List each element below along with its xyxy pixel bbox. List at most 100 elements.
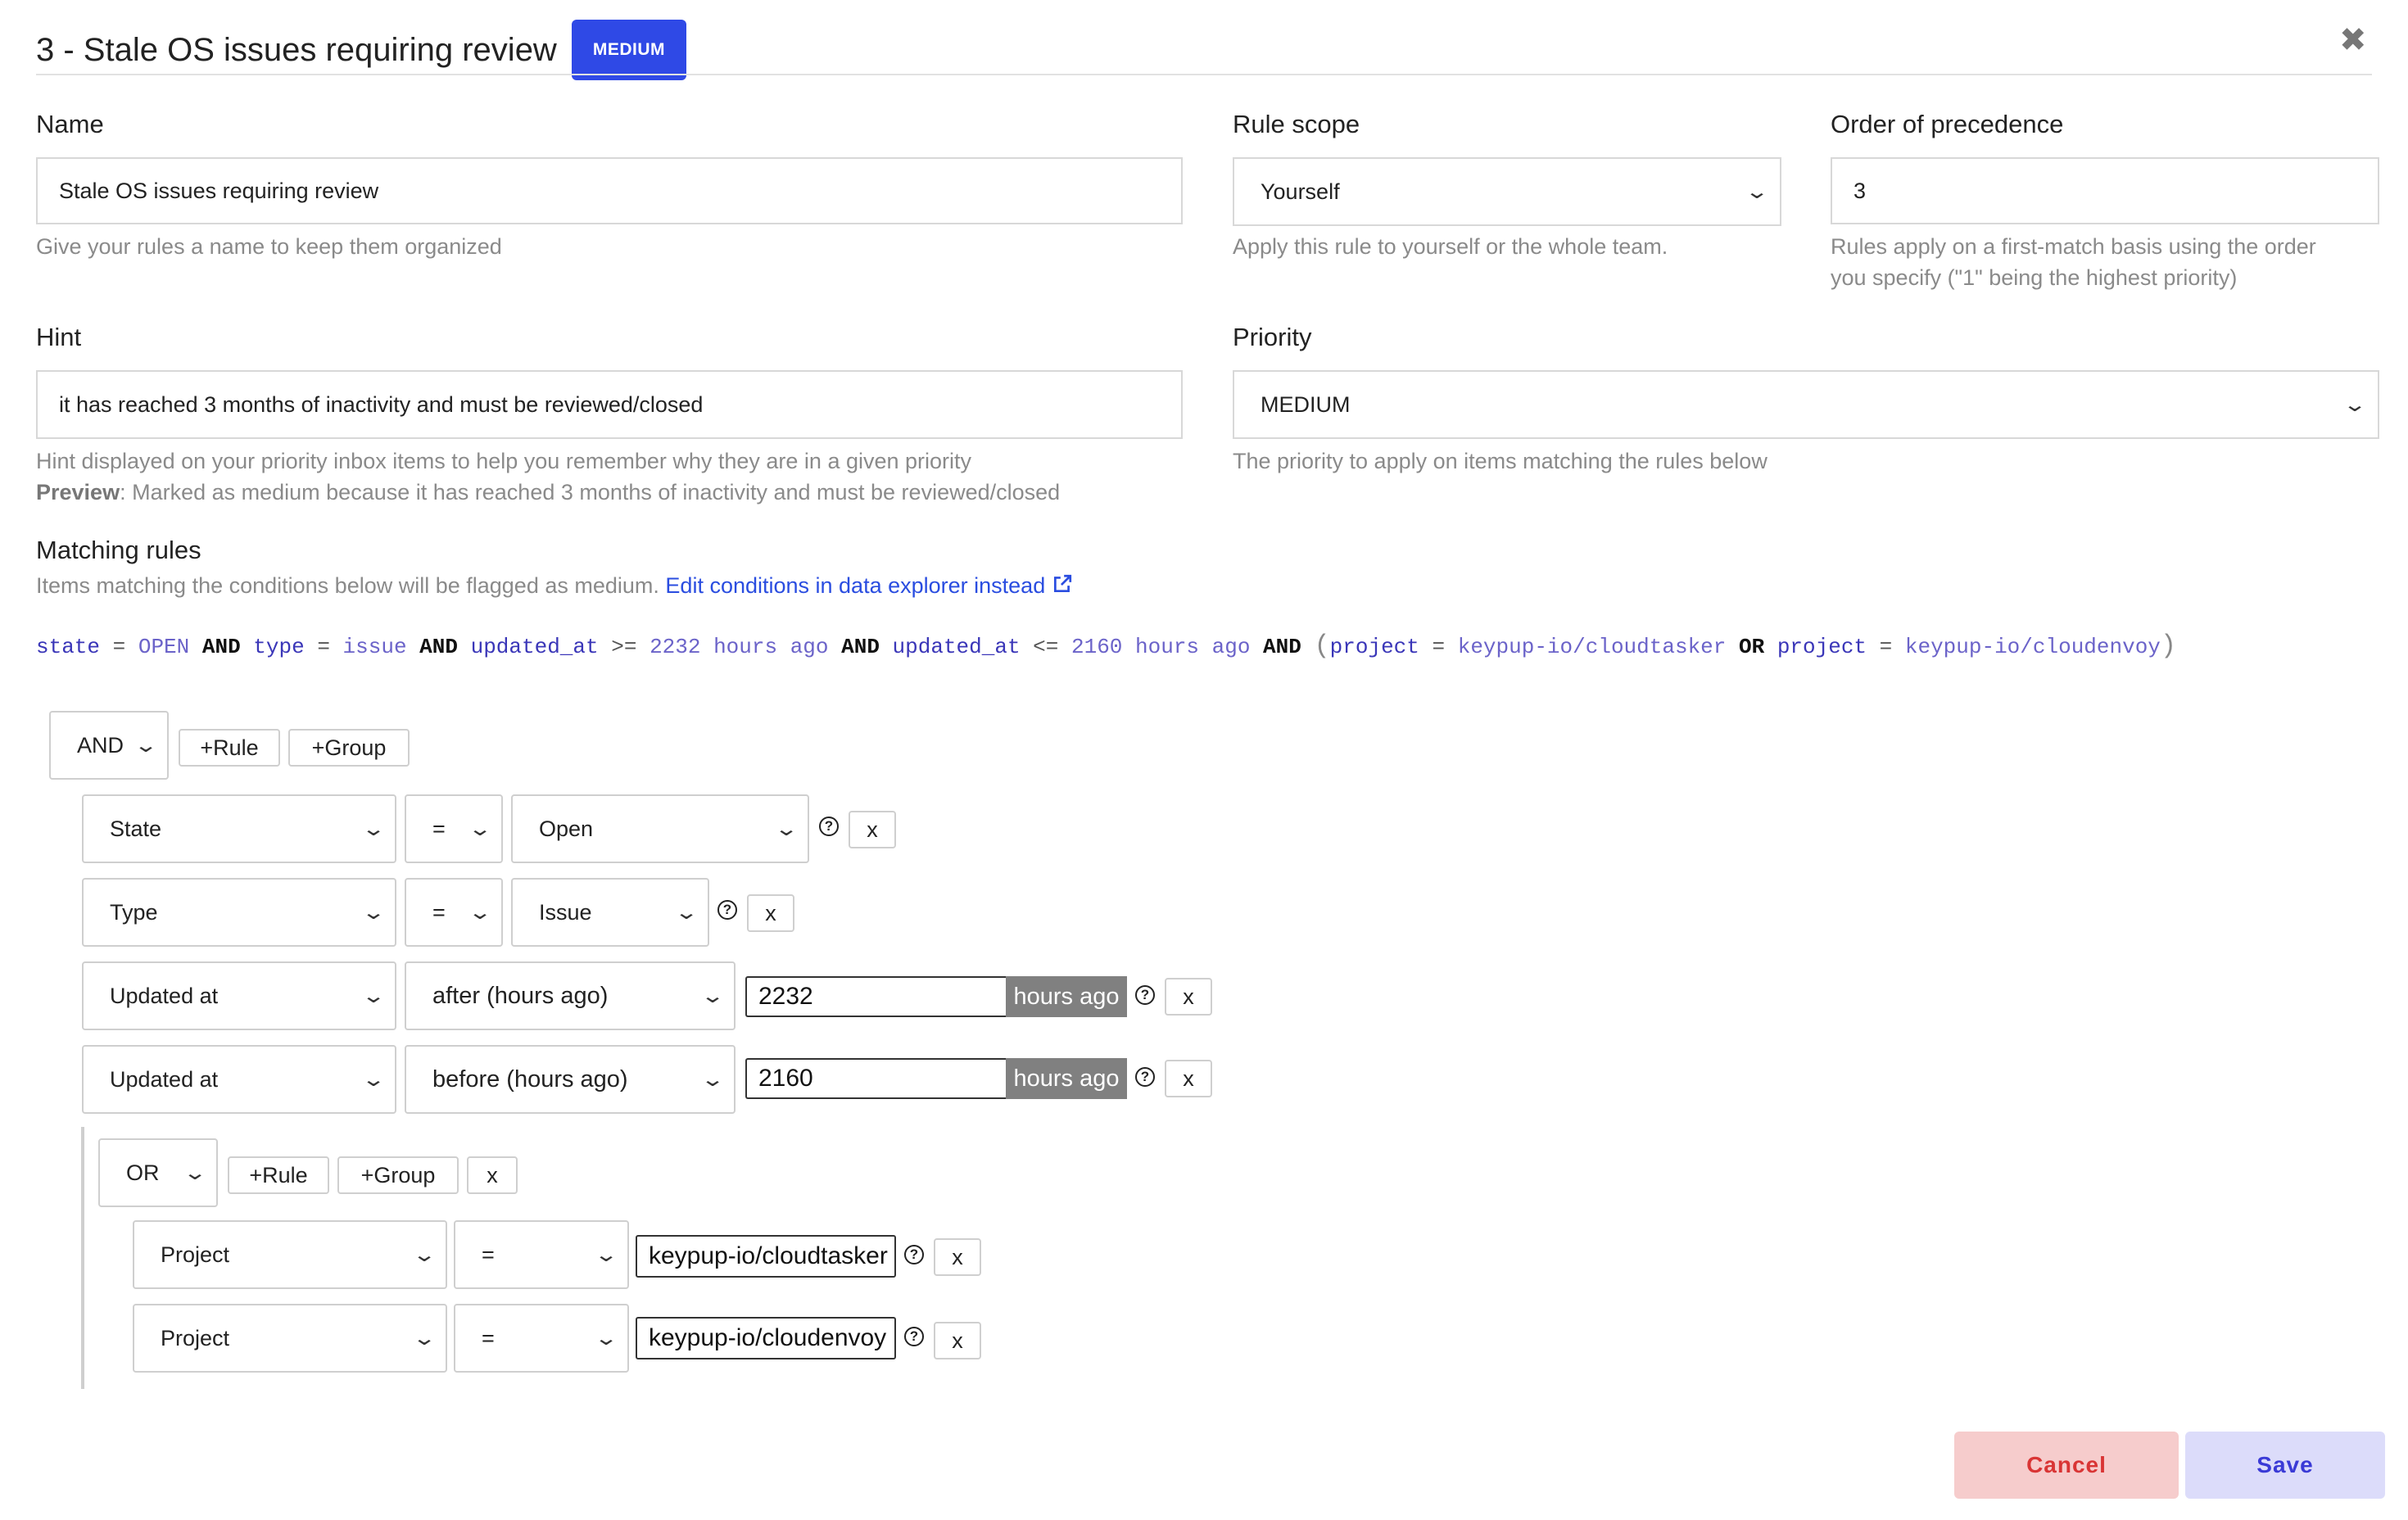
question-circle-icon[interactable]: ? (1135, 985, 1155, 1005)
q-field: state (36, 635, 101, 659)
chevron-down-icon: ⌄ (360, 901, 387, 924)
chevron-down-icon: ⌄ (699, 1068, 726, 1091)
remove-rule-button[interactable]: x (934, 1238, 981, 1276)
rule-value-select[interactable]: Open ⌄ (511, 794, 809, 863)
root-combinator-select[interactable]: AND ⌄ (49, 711, 169, 780)
priority-badge: MEDIUM (571, 20, 686, 80)
save-button[interactable]: Save (2185, 1432, 2385, 1499)
cancel-button[interactable]: Cancel (1954, 1432, 2179, 1499)
hours-ago-addon: hours ago (1006, 1058, 1127, 1099)
q-kw: AND (419, 635, 458, 659)
rule-field-value: Project (161, 1242, 230, 1267)
question-circle-icon[interactable]: ? (904, 1327, 924, 1346)
question-circle-icon[interactable]: ? (717, 900, 737, 920)
rule-field-value: Updated at (110, 1066, 219, 1092)
project-value-input[interactable]: keypup-io/cloudenvoy (636, 1317, 896, 1359)
preview-label: Preview (36, 480, 120, 504)
rule-field-select[interactable]: Project ⌄ (133, 1220, 447, 1289)
chevron-down-icon: ⌄ (673, 901, 699, 924)
preview-text: : Marked as medium because it has reache… (120, 480, 1061, 504)
question-circle-icon[interactable]: ? (819, 817, 839, 836)
name-input[interactable]: Stale OS issues requiring review (36, 157, 1183, 224)
rule-field-select[interactable]: Updated at ⌄ (82, 1045, 396, 1114)
combinator-value: AND (77, 732, 124, 758)
hint-preview: Preview: Marked as medium because it has… (36, 477, 1060, 508)
group-combinator-select[interactable]: OR ⌄ (98, 1138, 218, 1207)
rule-operator-value: = (432, 899, 446, 925)
q-paren: ( (1314, 631, 1330, 661)
rule-operator-select[interactable]: after (hours ago) ⌄ (405, 961, 736, 1030)
q-val: 2160 hours ago (1071, 635, 1251, 659)
data-explorer-link-text[interactable]: Edit conditions in data explorer instead (665, 573, 1045, 598)
q-val: keypup-io/cloudtasker (1457, 635, 1727, 659)
chevron-down-icon: ⌄ (593, 1327, 619, 1350)
query-preview: state = OPEN AND type = issue AND update… (36, 631, 2176, 661)
add-group-button[interactable]: +Group (337, 1156, 459, 1194)
chevron-down-icon: ⌄ (411, 1327, 437, 1350)
chevron-down-icon: ⌄ (411, 1243, 437, 1266)
rule-title: 3 - Stale OS issues requiring review (36, 32, 557, 68)
rule-field-select[interactable]: State ⌄ (82, 794, 396, 863)
matching-description-text: Items matching the conditions below will… (36, 573, 659, 598)
rule-field-select[interactable]: Updated at ⌄ (82, 961, 396, 1030)
add-rule-button[interactable]: +Rule (179, 729, 280, 767)
q-field: updated_at (892, 635, 1021, 659)
hint-input[interactable]: it has reached 3 months of inactivity an… (36, 370, 1183, 439)
hours-input[interactable]: 2160 (745, 1058, 1007, 1099)
question-circle-icon[interactable]: ? (1135, 1067, 1155, 1087)
header-divider (36, 74, 2372, 75)
rule-operator-select[interactable]: = ⌄ (454, 1220, 629, 1289)
hours-input[interactable]: 2232 (745, 976, 1007, 1017)
remove-rule-button[interactable]: x (747, 894, 794, 932)
rule-scope-value: Yourself (1261, 179, 1340, 204)
add-rule-button[interactable]: +Rule (228, 1156, 329, 1194)
q-kw: OR (1738, 635, 1765, 659)
rule-value-select[interactable]: Issue ⌄ (511, 878, 709, 947)
q-kw: AND (841, 635, 880, 659)
rule-field-select[interactable]: Project ⌄ (133, 1304, 447, 1373)
name-label: Name (36, 110, 104, 138)
data-explorer-link[interactable]: Edit conditions in data explorer instead (665, 573, 1072, 598)
q-field: project (1777, 635, 1867, 659)
rule-operator-value: before (hours ago) (432, 1065, 628, 1092)
rule-operator-select[interactable]: = ⌄ (405, 878, 503, 947)
project-value-input[interactable]: keypup-io/cloudtasker (636, 1235, 896, 1278)
rule-operator-value: = (482, 1242, 495, 1267)
rule-field-select[interactable]: Type ⌄ (82, 878, 396, 947)
rule-operator-select[interactable]: = ⌄ (454, 1304, 629, 1373)
chevron-down-icon: ⌄ (133, 734, 159, 757)
chevron-down-icon: ⌄ (467, 901, 493, 924)
add-group-button[interactable]: +Group (288, 729, 410, 767)
q-val: keypup-io/cloudenvoy (1904, 635, 2161, 659)
hint-help: Hint displayed on your priority inbox it… (36, 449, 972, 473)
chevron-down-icon: ⌄ (1744, 180, 1770, 203)
remove-rule-button[interactable]: x (1165, 978, 1212, 1016)
remove-rule-button[interactable]: x (934, 1322, 981, 1359)
q-op: >= (611, 635, 637, 659)
chevron-down-icon: ⌄ (182, 1161, 208, 1184)
order-input[interactable]: 3 (1831, 157, 2379, 224)
remove-rule-button[interactable]: x (1165, 1060, 1212, 1097)
name-help: Give your rules a name to keep them orga… (36, 234, 502, 259)
q-op: = (1879, 635, 1893, 659)
hint-label: Hint (36, 323, 82, 351)
rule-operator-select[interactable]: = ⌄ (405, 794, 503, 863)
order-help-line2: you specify ("1" being the highest prior… (1831, 265, 2238, 290)
rule-operator-value: after (hours ago) (432, 982, 609, 1009)
q-op: = (1432, 635, 1446, 659)
remove-rule-button[interactable]: x (849, 811, 896, 848)
rule-field-value: State (110, 816, 162, 841)
remove-group-button[interactable]: x (467, 1156, 518, 1194)
question-circle-icon[interactable]: ? (904, 1245, 924, 1264)
close-icon[interactable]: ✖ (2339, 21, 2367, 59)
matching-rules-title: Matching rules (36, 536, 201, 564)
modal-title: 3 - Stale OS issues requiring review MED… (36, 20, 686, 80)
rule-scope-select[interactable]: Yourself ⌄ (1233, 157, 1781, 226)
hours-ago-addon: hours ago (1006, 976, 1127, 1017)
priority-label: Priority (1233, 323, 1312, 351)
chevron-down-icon: ⌄ (593, 1243, 619, 1266)
rule-operator-select[interactable]: before (hours ago) ⌄ (405, 1045, 736, 1114)
chevron-down-icon: ⌄ (467, 817, 493, 840)
rule-value: Issue (539, 899, 592, 925)
priority-select[interactable]: MEDIUM ⌄ (1233, 370, 2379, 439)
